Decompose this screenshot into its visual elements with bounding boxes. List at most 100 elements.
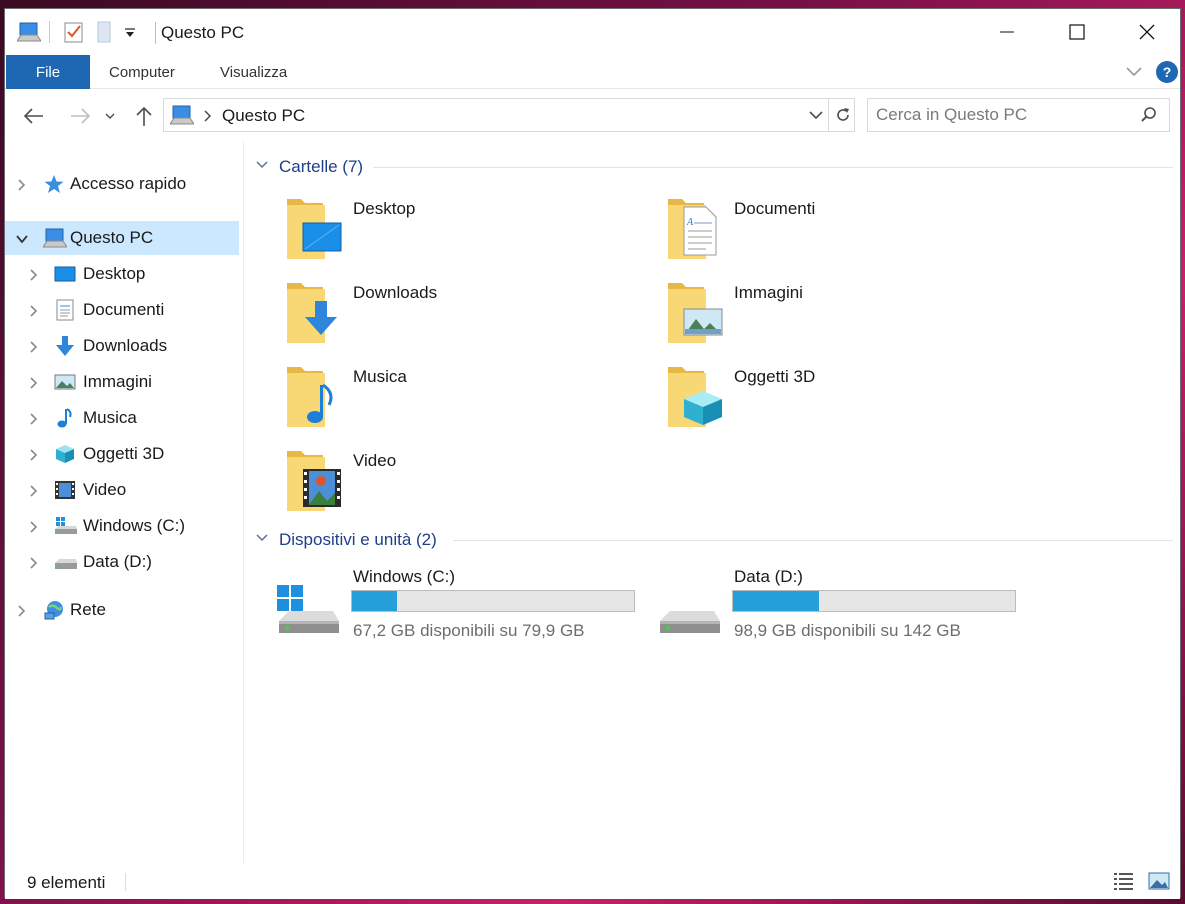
3d-objects-folder-icon <box>666 363 726 429</box>
search-box[interactable] <box>867 98 1170 132</box>
sidebar-item-immagini[interactable]: Immagini <box>5 365 239 399</box>
drive-icon <box>54 551 77 573</box>
window-title: Questo PC <box>161 23 245 42</box>
sidebar-item-label: Accesso rapido <box>70 174 187 193</box>
details-view-icon[interactable] <box>1113 871 1135 896</box>
group-header-devices[interactable]: Dispositivi e unità (2) <box>255 528 437 552</box>
refresh-icon[interactable] <box>834 106 852 129</box>
sidebar-item-data-d[interactable]: Data (D:) <box>5 545 239 579</box>
back-button[interactable] <box>19 101 49 131</box>
sidebar-item-musica[interactable]: Musica <box>5 401 239 435</box>
address-separator <box>828 99 829 131</box>
drive-name: Windows (C:) <box>353 567 456 586</box>
large-icons-view-icon[interactable] <box>1148 871 1170 896</box>
folder-musica[interactable]: Musica <box>285 363 645 435</box>
status-separator <box>125 873 126 891</box>
pictures-icon <box>54 371 76 393</box>
star-icon <box>43 173 65 195</box>
drive-free-space: 98,9 GB disponibili su 142 GB <box>734 621 961 640</box>
folder-oggetti-3d[interactable]: Oggetti 3D <box>666 363 1026 435</box>
folder-downloads[interactable]: Downloads <box>285 279 645 351</box>
sidebar-item-label: Oggetti 3D <box>83 444 165 463</box>
breadcrumb[interactable]: Questo PC <box>222 106 305 126</box>
quick-access-separator <box>49 19 50 45</box>
sidebar-item-oggetti-3d[interactable]: Oggetti 3D <box>5 437 239 471</box>
expand-chevron-icon[interactable] <box>27 267 41 281</box>
pane-divider[interactable] <box>243 141 244 863</box>
customize-quick-access-icon[interactable] <box>123 19 137 45</box>
folder-name: Downloads <box>353 283 438 302</box>
folder-name: Desktop <box>353 199 416 218</box>
sidebar-item-video[interactable]: Video <box>5 473 239 507</box>
sidebar-item-desktop[interactable]: Desktop <box>5 257 239 291</box>
drive-icon <box>658 583 722 640</box>
status-bar: 9 elementi <box>5 863 1180 899</box>
sidebar-item-label: Desktop <box>83 264 146 283</box>
drive-data-d[interactable]: Data (D:) 98,9 GB disponibili su 142 GB <box>658 567 1028 647</box>
properties-icon[interactable] <box>63 19 85 45</box>
folder-immagini[interactable]: Immagini <box>666 279 1026 351</box>
chevron-down-icon[interactable] <box>255 158 269 176</box>
sidebar-item-questo-pc[interactable]: Questo PC <box>5 221 239 255</box>
help-button[interactable]: ? <box>1156 61 1178 83</box>
up-button[interactable] <box>129 101 159 131</box>
new-folder-icon[interactable] <box>95 19 115 45</box>
expand-chevron-icon[interactable] <box>15 603 29 617</box>
address-bar[interactable]: Questo PC <box>163 98 855 132</box>
search-input[interactable] <box>876 103 1126 127</box>
ribbon-tabs: File Computer Visualizza ? <box>5 55 1180 89</box>
item-count: 9 elementi <box>27 873 106 892</box>
maximize-button[interactable] <box>1042 9 1112 55</box>
folder-name: Video <box>353 451 397 470</box>
folder-desktop[interactable]: Desktop <box>285 195 645 267</box>
music-folder-icon <box>285 363 345 429</box>
tab-visualizza[interactable]: Visualizza <box>220 55 287 89</box>
close-button[interactable] <box>1112 9 1182 55</box>
address-dropdown-icon[interactable] <box>808 108 824 127</box>
drive-usage-fill <box>352 591 397 611</box>
tab-computer[interactable]: Computer <box>109 55 175 89</box>
pictures-folder-icon <box>666 279 726 345</box>
search-icon[interactable] <box>1140 106 1158 129</box>
expand-chevron-icon[interactable] <box>27 339 41 353</box>
expand-chevron-icon[interactable] <box>27 303 41 317</box>
desktop-folder-icon <box>285 195 345 261</box>
expand-chevron-icon[interactable] <box>27 411 41 425</box>
computer-icon <box>42 227 68 249</box>
tab-file[interactable]: File <box>6 55 90 89</box>
collapse-chevron-icon[interactable] <box>15 231 29 245</box>
breadcrumb-chevron-icon[interactable] <box>202 109 212 128</box>
sidebar-item-downloads[interactable]: Downloads <box>5 329 239 363</box>
expand-chevron-icon[interactable] <box>27 447 41 461</box>
folder-documenti[interactable]: A Documenti <box>666 195 1026 267</box>
expand-chevron-icon[interactable] <box>27 375 41 389</box>
windows-drive-icon <box>277 583 341 640</box>
folder-name: Oggetti 3D <box>734 367 816 386</box>
expand-ribbon-icon[interactable] <box>1124 61 1144 81</box>
computer-icon <box>17 19 41 45</box>
sidebar-item-label: Documenti <box>83 300 165 319</box>
video-icon <box>54 479 76 501</box>
expand-chevron-icon[interactable] <box>27 483 41 497</box>
sidebar-item-windows-c[interactable]: Windows (C:) <box>5 509 239 543</box>
expand-chevron-icon[interactable] <box>27 519 41 533</box>
sidebar-item-label: Questo PC <box>70 228 154 247</box>
sidebar-item-rete[interactable]: Rete <box>5 593 239 627</box>
expand-chevron-icon[interactable] <box>27 555 41 569</box>
folder-video[interactable]: Video <box>285 447 645 519</box>
drive-name: Data (D:) <box>734 567 803 586</box>
sidebar-item-accesso-rapido[interactable]: Accesso rapido <box>5 167 239 201</box>
minimize-button[interactable] <box>972 9 1042 55</box>
group-header-folders[interactable]: Cartelle (7) <box>255 155 363 179</box>
sidebar-item-documenti[interactable]: Documenti <box>5 293 239 327</box>
recent-locations-button[interactable] <box>100 101 120 131</box>
chevron-down-icon[interactable] <box>255 531 269 549</box>
expand-chevron-icon[interactable] <box>15 177 29 191</box>
sidebar-item-label: Downloads <box>83 336 168 355</box>
forward-button[interactable] <box>65 101 95 131</box>
drive-usage-bar <box>732 590 1016 612</box>
folder-name: Musica <box>353 367 407 386</box>
downloads-icon <box>54 335 76 357</box>
network-icon <box>43 599 65 621</box>
drive-windows-c[interactable]: Windows (C:) 67,2 GB disponibili su 79,9… <box>277 567 647 647</box>
